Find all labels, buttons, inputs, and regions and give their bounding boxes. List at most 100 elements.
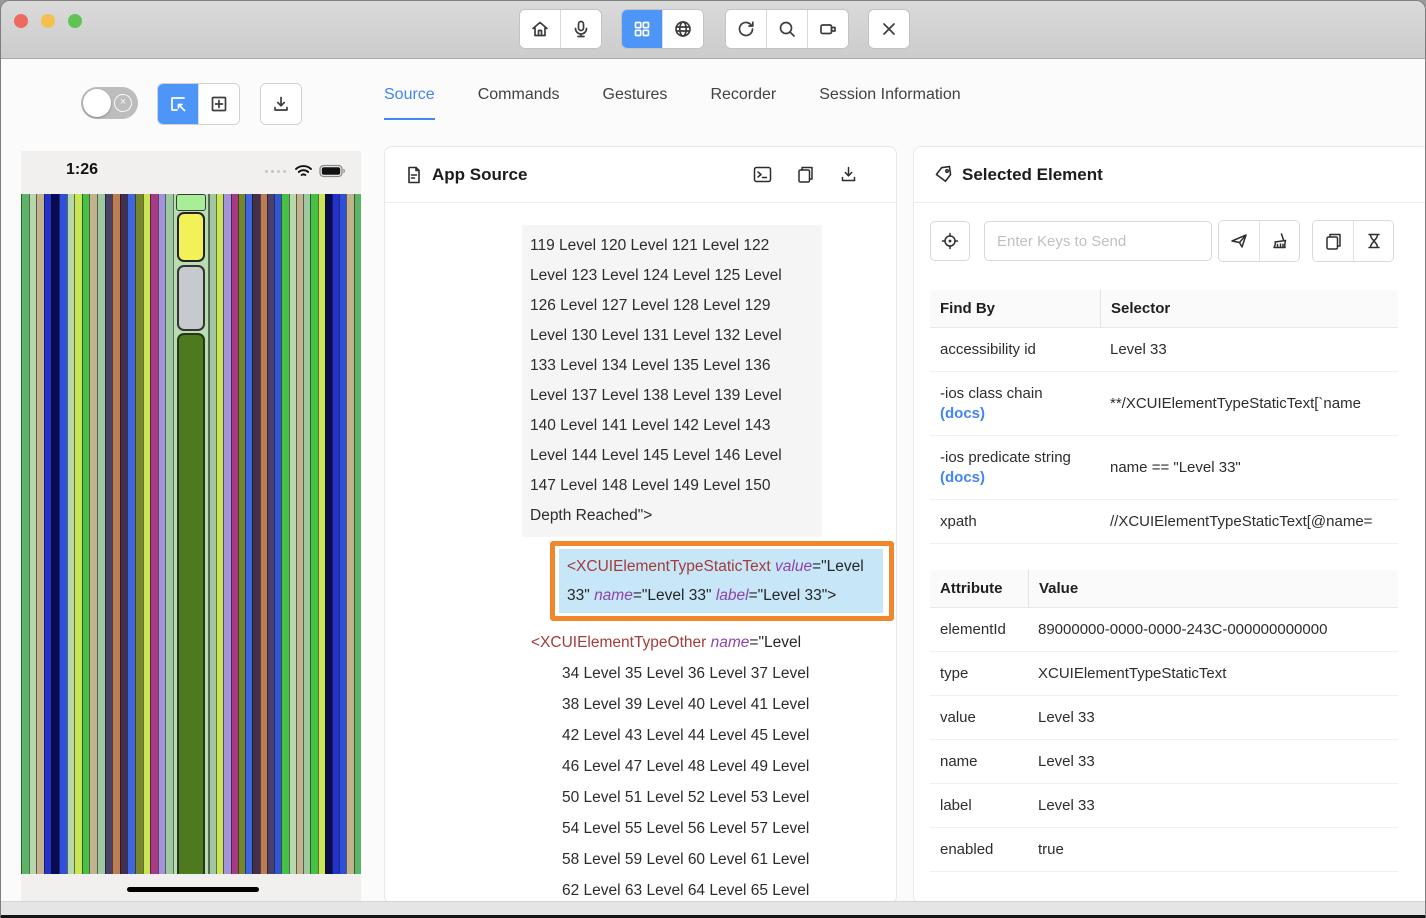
phone-stripe[interactable]	[260, 194, 267, 874]
source-line[interactable]: 58 Level 59 Level 60 Level 61 Level	[531, 844, 896, 875]
phone-stripe[interactable]	[158, 194, 166, 874]
phone-stripe[interactable]	[267, 194, 274, 874]
terminal-icon[interactable]	[753, 165, 772, 184]
source-line[interactable]: 46 Level 47 Level 48 Level 49 Level	[531, 751, 896, 782]
grid-view-button[interactable]	[622, 10, 662, 48]
select-element-button[interactable]	[158, 84, 198, 124]
source-line[interactable]: 34 Level 35 Level 36 Level 37 Level	[531, 658, 896, 689]
docs-link[interactable]: (docs)	[940, 405, 1090, 422]
phone-stripe[interactable]	[296, 194, 303, 874]
minimize-window-button[interactable]	[41, 14, 55, 28]
tab-commands[interactable]: Commands	[478, 86, 560, 120]
copy-icon[interactable]	[796, 165, 815, 184]
microphone-button[interactable]	[560, 10, 601, 48]
close-session-button[interactable]	[869, 10, 909, 48]
phone-stripe[interactable]	[245, 194, 252, 874]
source-line[interactable]: 42 Level 43 Level 44 Level 45 Level	[531, 720, 896, 751]
nested-view-gray[interactable]	[177, 265, 205, 331]
phone-stripe[interactable]	[223, 194, 230, 874]
close-window-button[interactable]	[14, 14, 28, 28]
send-keys-input[interactable]	[984, 221, 1212, 261]
send-keys-button[interactable]	[1219, 221, 1259, 261]
source-sibling-element[interactable]: <XCUIElementTypeOther name="Level34 Leve…	[531, 627, 896, 904]
phone-stripe[interactable]	[36, 194, 44, 874]
docs-link[interactable]: (docs)	[940, 469, 1090, 486]
source-line[interactable]: 50 Level 51 Level 52 Level 53 Level	[531, 782, 896, 813]
phone-stripe[interactable]	[274, 194, 281, 874]
phone-stripe[interactable]	[216, 194, 223, 874]
phone-stripe[interactable]	[82, 194, 90, 874]
nested-view-stack[interactable]	[173, 194, 209, 874]
video-button[interactable]	[807, 10, 848, 48]
locate-element-button[interactable]	[930, 221, 970, 261]
tab-source[interactable]: Source	[384, 86, 435, 120]
phone-stripe[interactable]	[354, 194, 361, 874]
source-line[interactable]: Depth Reached">	[530, 501, 814, 531]
source-line[interactable]: 140 Level 141 Level 142 Level 143	[530, 411, 814, 441]
download-screenshot-button[interactable]	[261, 84, 301, 124]
tab-session-information[interactable]: Session Information	[819, 86, 960, 120]
source-line[interactable]: Level 130 Level 131 Level 132 Level	[530, 321, 814, 351]
phone-stripe[interactable]	[135, 194, 143, 874]
search-button[interactable]	[766, 10, 807, 48]
source-line[interactable]: 62 Level 63 Level 64 Level 65 Level	[531, 875, 896, 904]
phone-stripe[interactable]	[303, 194, 310, 874]
source-parent-element[interactable]: 119 Level 120 Level 121 Level 122Level 1…	[522, 225, 822, 537]
phone-stripe[interactable]	[209, 194, 216, 874]
source-line[interactable]: Level 144 Level 145 Level 146 Level	[530, 441, 814, 471]
source-line[interactable]: Level 137 Level 138 Level 139 Level	[530, 381, 814, 411]
source-line[interactable]: <XCUIElementTypeOther name="Level	[531, 627, 896, 658]
selected-element-node[interactable]: <XCUIElementTypeStaticText value="Level3…	[559, 549, 883, 613]
source-line[interactable]: 119 Level 120 Level 121 Level 122	[530, 231, 814, 261]
phone-stripe[interactable]	[231, 194, 238, 874]
phone-stripe[interactable]	[44, 194, 52, 874]
phone-stripe[interactable]	[143, 194, 151, 874]
phone-stripe[interactable]	[127, 194, 135, 874]
phone-stripe[interactable]	[21, 194, 29, 874]
tap-coordinates-button[interactable]	[198, 84, 239, 124]
source-line[interactable]: 54 Level 55 Level 56 Level 57 Level	[531, 813, 896, 844]
phone-stripe[interactable]	[346, 194, 353, 874]
phone-stripe[interactable]	[339, 194, 346, 874]
zoom-window-button[interactable]	[68, 14, 82, 28]
source-line[interactable]: <XCUIElementTypeStaticText value="Level	[567, 552, 875, 581]
phone-stripe[interactable]	[325, 194, 332, 874]
source-line[interactable]: 133 Level 134 Level 135 Level 136	[530, 351, 814, 381]
copy-attributes-button[interactable]	[1313, 221, 1353, 261]
source-line[interactable]: 33" name="Level 33" label="Level 33">	[567, 581, 875, 610]
globe-button[interactable]	[662, 10, 703, 48]
phone-stripe[interactable]	[74, 194, 82, 874]
phone-stripe[interactable]	[150, 194, 158, 874]
app-view-stripes[interactable]	[21, 194, 361, 874]
phone-stripe[interactable]	[89, 194, 97, 874]
clear-button[interactable]	[1259, 221, 1299, 261]
tab-gestures[interactable]: Gestures	[603, 86, 668, 120]
phone-stripe[interactable]	[51, 194, 59, 874]
phone-stripe[interactable]	[112, 194, 120, 874]
phone-stripe[interactable]	[238, 194, 245, 874]
phone-stripe[interactable]	[59, 194, 67, 874]
phone-stripe[interactable]	[165, 194, 173, 874]
phone-stripe[interactable]	[289, 194, 296, 874]
phone-stripe[interactable]	[105, 194, 113, 874]
source-line[interactable]: 147 Level 148 Level 149 Level 150	[530, 471, 814, 501]
selected-element-outline[interactable]: <XCUIElementTypeStaticText value="Level3…	[550, 541, 894, 621]
phone-stripe[interactable]	[29, 194, 37, 874]
phone-stripe[interactable]	[310, 194, 317, 874]
phone-stripe[interactable]	[120, 194, 128, 874]
phone-stripe[interactable]	[252, 194, 259, 874]
selected-element-highlight[interactable]	[177, 212, 205, 262]
refresh-button[interactable]	[726, 10, 766, 48]
source-line[interactable]: Level 123 Level 124 Level 125 Level	[530, 261, 814, 291]
phone-stripe[interactable]	[67, 194, 75, 874]
download-icon[interactable]	[839, 165, 858, 184]
source-line[interactable]: 38 Level 39 Level 40 Level 41 Level	[531, 689, 896, 720]
screenshot-overlay-toggle[interactable]: ×	[81, 87, 138, 119]
phone-stripe[interactable]	[332, 194, 339, 874]
nested-view-top[interactable]	[176, 194, 206, 211]
wait-hourglass-button[interactable]	[1353, 221, 1393, 261]
nested-view-column[interactable]	[177, 333, 205, 874]
tab-recorder[interactable]: Recorder	[710, 86, 776, 120]
phone-stripe[interactable]	[97, 194, 105, 874]
source-line[interactable]: 126 Level 127 Level 128 Level 129	[530, 291, 814, 321]
